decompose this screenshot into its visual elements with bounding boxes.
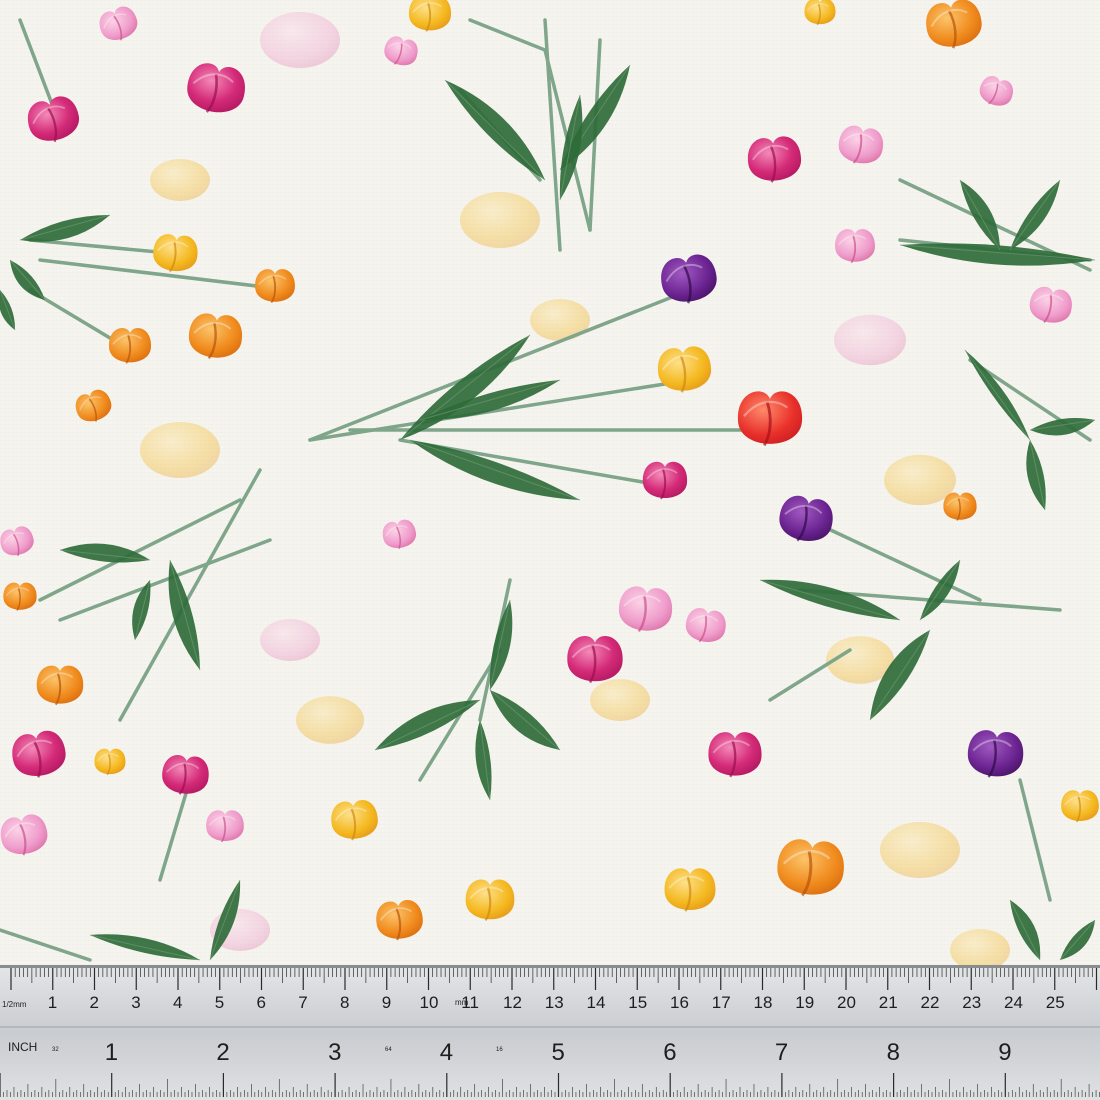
cm-number: 10 bbox=[420, 993, 439, 1012]
cm-number: 4 bbox=[173, 993, 182, 1012]
cm-number: 9 bbox=[382, 993, 391, 1012]
cm-number: 1 bbox=[48, 993, 57, 1012]
cm-number: 5 bbox=[215, 993, 224, 1012]
cm-number: 15 bbox=[628, 993, 647, 1012]
ghost-petal-1 bbox=[150, 159, 210, 201]
inch-number: 4 bbox=[440, 1039, 453, 1066]
inch-number: 6 bbox=[663, 1039, 676, 1066]
tulip-41 bbox=[664, 868, 716, 912]
cm-number: 21 bbox=[879, 993, 898, 1012]
ghost-petal-5 bbox=[884, 454, 956, 506]
cm-number: 11 bbox=[461, 993, 479, 1012]
tulip-29 bbox=[36, 665, 84, 706]
inch-number: 9 bbox=[998, 1039, 1011, 1066]
inch-number: 2 bbox=[216, 1039, 229, 1066]
ruler-inch-fraction-16: 16 bbox=[496, 1047, 503, 1053]
tulip-28 bbox=[943, 492, 977, 521]
tulip-34 bbox=[206, 810, 244, 843]
tulip-27 bbox=[567, 636, 623, 684]
tulip-35 bbox=[708, 732, 762, 778]
cm-number: 12 bbox=[503, 993, 522, 1012]
ruler-body bbox=[0, 965, 1100, 1100]
ruler-inch-label: INCH bbox=[8, 1040, 37, 1054]
cm-number: 19 bbox=[795, 993, 814, 1012]
ghost-petal-13 bbox=[296, 696, 364, 744]
cm-number: 8 bbox=[340, 993, 349, 1012]
cm-number: 18 bbox=[754, 993, 773, 1012]
cm-number: 7 bbox=[298, 993, 307, 1012]
tulip-24 bbox=[3, 582, 37, 611]
cm-number: 17 bbox=[712, 993, 731, 1012]
ruler-top-edge bbox=[0, 965, 1100, 968]
cm-number: 23 bbox=[962, 993, 981, 1012]
inch-number: 5 bbox=[552, 1039, 565, 1066]
cm-number: 2 bbox=[90, 993, 99, 1012]
ruler-inch-fraction-64: 64 bbox=[385, 1047, 392, 1053]
inch-number: 1 bbox=[105, 1039, 118, 1066]
cm-number: 14 bbox=[587, 993, 606, 1012]
ghost-petal-4 bbox=[140, 422, 220, 478]
cm-number: 13 bbox=[545, 993, 564, 1012]
cm-number: 20 bbox=[837, 993, 856, 1012]
cm-number: 6 bbox=[257, 993, 266, 1012]
cm-number: 24 bbox=[1004, 993, 1023, 1012]
tulip-14 bbox=[108, 327, 152, 364]
fabric-photo: 1/2mm mm INCH 32 64 16 1 2 3 4 5 6 7 8 9 10 11 12 13… bbox=[0, 0, 1100, 1100]
ghost-petal-0 bbox=[260, 12, 340, 68]
tulip-20 bbox=[642, 461, 688, 500]
ruler-inch-fraction-32: 32 bbox=[52, 1047, 59, 1053]
ghost-petal-3 bbox=[834, 314, 906, 366]
cm-number: 22 bbox=[921, 993, 940, 1012]
ghost-petal-6 bbox=[260, 619, 320, 661]
cm-number: 3 bbox=[131, 993, 140, 1012]
cm-number: 25 bbox=[1046, 993, 1065, 1012]
tulip-39 bbox=[465, 879, 515, 922]
cm-number: 16 bbox=[670, 993, 689, 1012]
ruler-mm-label: 1/2mm bbox=[2, 1000, 27, 1009]
tulip-19 bbox=[737, 391, 803, 447]
tulip-13 bbox=[255, 269, 295, 304]
tulip-32 bbox=[94, 748, 126, 776]
inch-number: 3 bbox=[328, 1039, 341, 1066]
ghost-petal-9 bbox=[880, 822, 960, 878]
ghost-petal-7 bbox=[590, 679, 650, 721]
tulip-10 bbox=[835, 229, 875, 264]
measuring-ruler: 1/2mm mm INCH 32 64 16 1 2 3 4 5 6 7 8 9 10 11 12 13… bbox=[0, 965, 1100, 1100]
tulip-37 bbox=[1061, 790, 1099, 823]
tulip-fabric-pattern bbox=[0, 0, 1100, 1100]
inch-number: 7 bbox=[775, 1039, 788, 1066]
inch-number: 8 bbox=[887, 1039, 900, 1066]
ghost-petal-2 bbox=[460, 192, 540, 248]
